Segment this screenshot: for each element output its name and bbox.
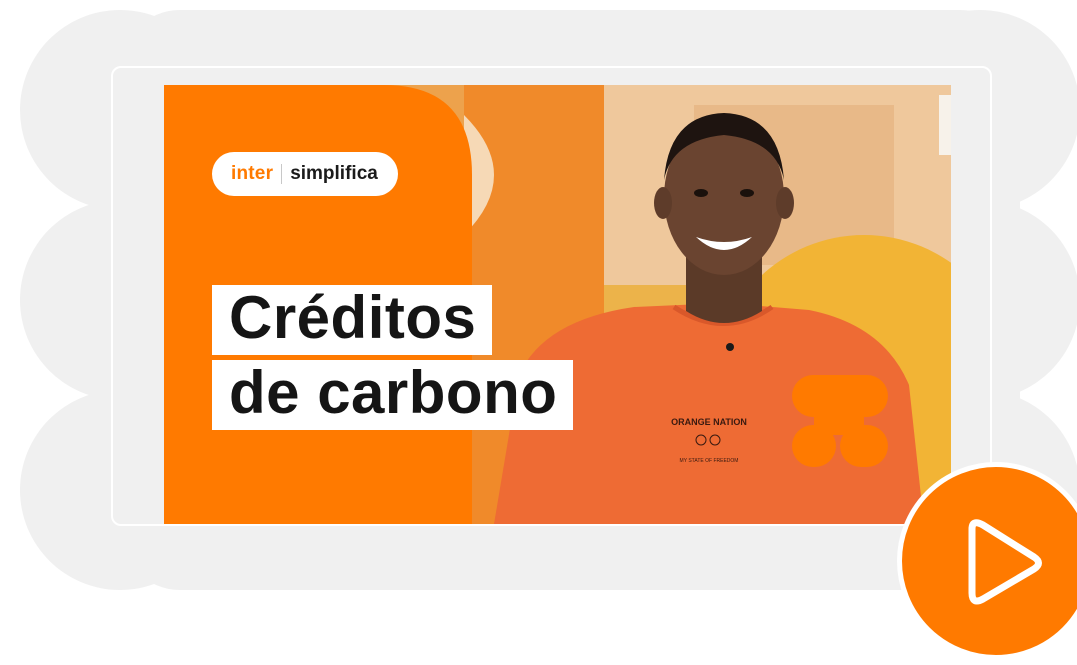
play-button[interactable] bbox=[897, 462, 1077, 660]
video-card-stage: ORANGE NATION MY STATE OF FREEDOM inter … bbox=[0, 0, 1077, 665]
video-title-line-2: de carbono bbox=[212, 360, 574, 430]
svg-text:ORANGE NATION: ORANGE NATION bbox=[671, 417, 747, 427]
svg-text:MY STATE OF FREEDOM: MY STATE OF FREEDOM bbox=[680, 458, 739, 464]
brand-inter-label: inter bbox=[231, 163, 274, 184]
video-thumbnail[interactable]: ORANGE NATION MY STATE OF FREEDOM inter … bbox=[164, 85, 951, 524]
play-icon bbox=[968, 519, 1042, 605]
brand-simplifica-label: simplifica bbox=[290, 163, 378, 184]
brand-divider bbox=[281, 164, 283, 184]
brand-badge: inter simplifica bbox=[212, 152, 398, 196]
video-title-line-1: Créditos bbox=[212, 285, 493, 355]
